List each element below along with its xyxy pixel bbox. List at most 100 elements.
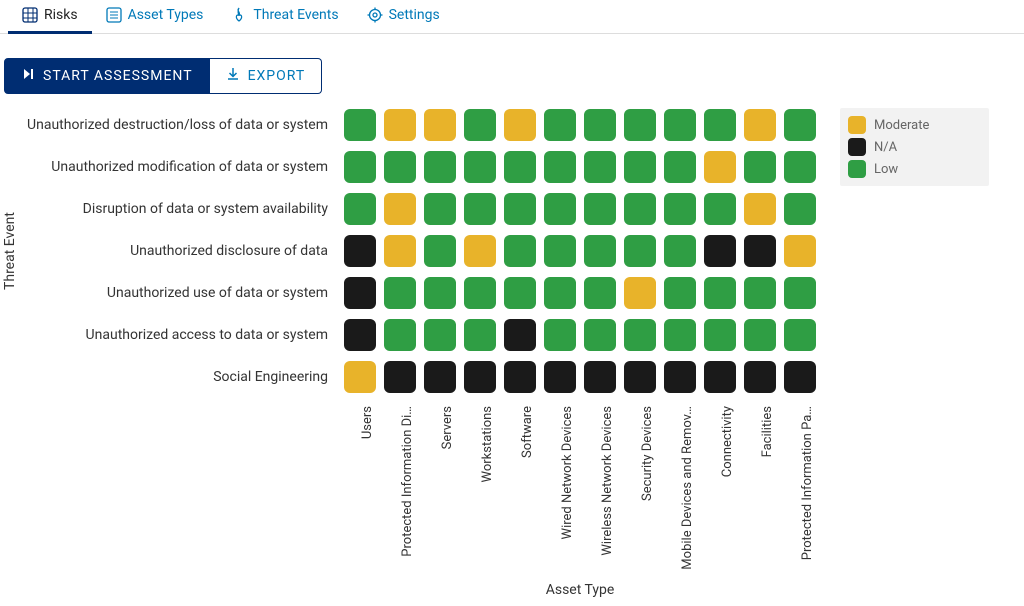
heatmap-cell[interactable] <box>380 104 420 146</box>
tab-risks[interactable]: Risks <box>8 0 92 34</box>
heatmap-cell[interactable] <box>660 314 700 356</box>
heatmap-cell[interactable] <box>700 356 740 398</box>
heatmap-cell[interactable] <box>380 272 420 314</box>
heatmap-cell[interactable] <box>380 356 420 398</box>
heatmap-cell[interactable] <box>580 146 620 188</box>
legend-swatch <box>848 138 866 156</box>
heatmap-cell[interactable] <box>580 356 620 398</box>
heatmap-cell[interactable] <box>540 146 580 188</box>
heatmap-cell[interactable] <box>620 104 660 146</box>
heatmap-cell[interactable] <box>580 188 620 230</box>
heatmap-cell[interactable] <box>620 356 660 398</box>
heatmap-cell[interactable] <box>580 230 620 272</box>
heatmap-cell[interactable] <box>780 146 820 188</box>
heatmap-cell[interactable] <box>700 272 740 314</box>
heatmap-cell[interactable] <box>420 314 460 356</box>
y-axis-title: Threat Event <box>0 104 20 398</box>
risk-swatch-low <box>664 277 696 309</box>
heatmap-cell[interactable] <box>500 146 540 188</box>
heatmap-cell[interactable] <box>740 314 780 356</box>
heatmap-cell[interactable] <box>580 314 620 356</box>
heatmap-cell[interactable] <box>420 272 460 314</box>
heatmap-cell[interactable] <box>500 314 540 356</box>
export-button[interactable]: EXPORT <box>210 58 323 94</box>
risk-swatch-na <box>704 235 736 267</box>
heatmap-cell[interactable] <box>540 188 580 230</box>
heatmap-cell[interactable] <box>700 188 740 230</box>
heatmap-cell[interactable] <box>780 356 820 398</box>
heatmap-cell[interactable] <box>380 188 420 230</box>
heatmap-cell[interactable] <box>580 104 620 146</box>
heatmap-cell[interactable] <box>660 272 700 314</box>
heatmap-row: Unauthorized access to data or system <box>20 314 820 356</box>
heatmap-cell[interactable] <box>620 272 660 314</box>
heatmap-cell[interactable] <box>420 146 460 188</box>
heatmap-cell[interactable] <box>540 272 580 314</box>
heatmap-cell[interactable] <box>460 104 500 146</box>
heatmap-cell[interactable] <box>460 272 500 314</box>
heatmap-cell[interactable] <box>340 314 380 356</box>
heatmap-cell[interactable] <box>620 188 660 230</box>
heatmap-cell[interactable] <box>700 314 740 356</box>
heatmap-cell[interactable] <box>660 146 700 188</box>
heatmap-cell[interactable] <box>500 104 540 146</box>
risk-swatch-moderate <box>464 235 496 267</box>
heatmap-cell[interactable] <box>780 314 820 356</box>
heatmap-cell[interactable] <box>780 230 820 272</box>
risk-swatch-moderate <box>344 361 376 393</box>
heatmap-cell[interactable] <box>500 230 540 272</box>
heatmap-cell[interactable] <box>540 356 580 398</box>
heatmap-cell[interactable] <box>460 314 500 356</box>
heatmap-cell[interactable] <box>340 188 380 230</box>
heatmap-cell[interactable] <box>660 104 700 146</box>
heatmap-cell[interactable] <box>620 146 660 188</box>
action-bar: START ASSESSMENT EXPORT <box>4 58 1024 94</box>
heatmap-row: Unauthorized disclosure of data <box>20 230 820 272</box>
heatmap-cell[interactable] <box>420 230 460 272</box>
heatmap-cell[interactable] <box>660 230 700 272</box>
heatmap-cell[interactable] <box>540 104 580 146</box>
heatmap-row: Disruption of data or system availabilit… <box>20 188 820 230</box>
heatmap-cell[interactable] <box>740 356 780 398</box>
tab-threat-events[interactable]: Threat Events <box>217 0 352 34</box>
heatmap-cell[interactable] <box>780 272 820 314</box>
heatmap-cell[interactable] <box>420 188 460 230</box>
heatmap-cell[interactable] <box>740 272 780 314</box>
heatmap-cell[interactable] <box>380 146 420 188</box>
heatmap-cell[interactable] <box>700 230 740 272</box>
heatmap-cell[interactable] <box>340 104 380 146</box>
heatmap-cell[interactable] <box>380 314 420 356</box>
heatmap-cell[interactable] <box>340 146 380 188</box>
heatmap-cell[interactable] <box>780 104 820 146</box>
heatmap-cell[interactable] <box>420 104 460 146</box>
heatmap-cell[interactable] <box>500 356 540 398</box>
heatmap-cell[interactable] <box>620 230 660 272</box>
heatmap-cell[interactable] <box>460 356 500 398</box>
heatmap-cell[interactable] <box>740 230 780 272</box>
heatmap-cell[interactable] <box>340 230 380 272</box>
start-assessment-button[interactable]: START ASSESSMENT <box>4 58 210 94</box>
heatmap-cell[interactable] <box>620 314 660 356</box>
heatmap-cell[interactable] <box>500 272 540 314</box>
heatmap-cell[interactable] <box>740 188 780 230</box>
heatmap-cell[interactable] <box>580 272 620 314</box>
heatmap-cell[interactable] <box>700 146 740 188</box>
heatmap-cell[interactable] <box>700 104 740 146</box>
heatmap-cell[interactable] <box>540 230 580 272</box>
heatmap-cell[interactable] <box>780 188 820 230</box>
heatmap-cell[interactable] <box>460 230 500 272</box>
heatmap-cell[interactable] <box>740 104 780 146</box>
heatmap-cell[interactable] <box>740 146 780 188</box>
heatmap-cell[interactable] <box>340 272 380 314</box>
heatmap-cell[interactable] <box>340 356 380 398</box>
heatmap-cell[interactable] <box>500 188 540 230</box>
tab-settings[interactable]: Settings <box>353 0 454 34</box>
heatmap-cell[interactable] <box>460 188 500 230</box>
heatmap-cell[interactable] <box>460 146 500 188</box>
heatmap-cell[interactable] <box>660 188 700 230</box>
heatmap-cell[interactable] <box>660 356 700 398</box>
heatmap-cell[interactable] <box>540 314 580 356</box>
heatmap-cell[interactable] <box>420 356 460 398</box>
heatmap-cell[interactable] <box>380 230 420 272</box>
tab-asset-types[interactable]: Asset Types <box>92 0 218 34</box>
